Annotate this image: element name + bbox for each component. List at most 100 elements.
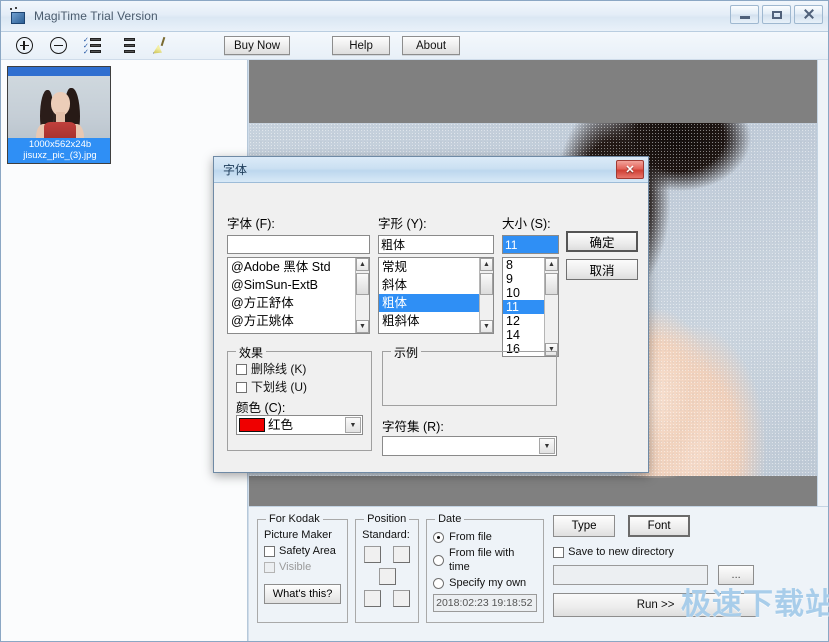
font-dialog: 字体 ✕ 字体 (F): @Adobe 黑体 Std @SimSun-ExtB … — [213, 156, 649, 473]
scroll-up-icon[interactable]: ▲ — [356, 258, 369, 271]
charset-value — [383, 437, 556, 441]
font-size-input[interactable]: 11 — [502, 235, 559, 254]
date-specify-my-own-row[interactable]: Specify my own — [433, 576, 537, 590]
visible-label: Visible — [279, 561, 312, 573]
list-item-selected[interactable]: 粗体 — [379, 294, 493, 312]
strikeout-checkbox[interactable] — [236, 363, 247, 375]
list-item[interactable]: 粗斜体 — [379, 312, 493, 330]
scroll-up-icon[interactable]: ▲ — [545, 258, 558, 271]
scroll-up-icon[interactable]: ▲ — [480, 258, 493, 271]
position-cell-top-right[interactable] — [393, 546, 411, 563]
caption-buttons — [730, 5, 823, 24]
font-name-list[interactable]: @Adobe 黑体 Std @SimSun-ExtB @方正舒体 @方正姚体 ▲… — [227, 257, 370, 334]
about-button[interactable]: About — [402, 36, 461, 55]
font-name-column: 字体 (F): @Adobe 黑体 Std @SimSun-ExtB @方正舒体… — [227, 213, 370, 334]
font-name-list-items: @Adobe 黑体 Std @SimSun-ExtB @方正舒体 @方正姚体 — [228, 258, 369, 330]
safety-area-label: Safety Area — [279, 545, 336, 557]
maximize-icon — [771, 10, 782, 19]
window-title: MagiTime Trial Version — [34, 9, 158, 23]
underline-row[interactable]: 下划线 (U) — [236, 380, 371, 394]
position-standard-label: Standard: — [362, 529, 410, 541]
file-thumbnail-item[interactable]: 1000x562x24b jisuxz_pic_(3).jpg — [7, 66, 111, 164]
window-titlebar: MagiTime Trial Version — [1, 1, 828, 32]
strikeout-row[interactable]: 删除线 (K) — [236, 362, 371, 376]
position-cell-bottom-left[interactable] — [364, 590, 382, 607]
close-button[interactable] — [794, 5, 823, 24]
chevron-down-icon[interactable]: ▼ — [539, 438, 555, 454]
kodak-group: For Kodak Picture Maker Safety Area Visi… — [257, 513, 349, 623]
position-cell-top-left[interactable] — [364, 546, 382, 563]
font-size-list-scrollbar[interactable]: ▲ ▼ — [544, 258, 558, 356]
type-font-buttons: Type Font — [553, 515, 820, 537]
position-grid[interactable] — [364, 546, 412, 610]
add-button[interactable] — [11, 35, 37, 57]
scroll-thumb[interactable] — [480, 273, 493, 295]
close-icon — [803, 9, 815, 20]
list-item[interactable]: @方正舒体 — [228, 294, 369, 312]
underline-checkbox[interactable] — [236, 381, 247, 393]
broom-icon — [151, 36, 169, 55]
charset-label: 字符集 (R): — [382, 420, 444, 434]
position-cell-center[interactable] — [379, 568, 397, 585]
font-style-input[interactable]: 粗体 — [378, 235, 494, 254]
font-style-list-scrollbar[interactable]: ▲ ▼ — [479, 258, 493, 333]
scroll-thumb[interactable] — [356, 273, 369, 295]
ok-button[interactable]: 确定 — [566, 231, 638, 252]
date-from-file-with-time-row[interactable]: From file with time — [433, 546, 537, 574]
cancel-button[interactable]: 取消 — [566, 259, 638, 280]
scroll-down-icon[interactable]: ▼ — [356, 320, 369, 333]
scroll-down-icon[interactable]: ▼ — [480, 320, 493, 333]
date-specify-my-own-radio[interactable] — [433, 577, 445, 589]
date-from-file-radio[interactable] — [433, 531, 445, 543]
remove-button[interactable] — [45, 35, 71, 57]
safety-area-row[interactable]: Safety Area — [264, 544, 341, 558]
font-name-list-scrollbar[interactable]: ▲ ▼ — [355, 258, 369, 333]
maximize-button[interactable] — [762, 5, 791, 24]
scroll-thumb[interactable] — [545, 273, 558, 295]
font-name-label: 字体 (F): — [227, 217, 275, 231]
list-item[interactable]: 常规 — [379, 258, 493, 276]
color-value: 红色 — [268, 418, 294, 432]
date-from-file-with-time-radio[interactable] — [433, 554, 444, 566]
save-to-new-directory-row[interactable]: Save to new directory — [553, 545, 820, 559]
clear-list-button[interactable] — [147, 35, 173, 57]
font-dialog-close-button[interactable]: ✕ — [616, 160, 644, 179]
file-list-pane[interactable]: 1000x562x24b jisuxz_pic_(3).jpg — [1, 60, 248, 641]
position-legend: Position — [367, 513, 407, 525]
run-button[interactable]: Run >> — [553, 593, 759, 617]
help-button[interactable]: Help — [332, 36, 391, 55]
font-name-input[interactable] — [227, 235, 370, 254]
select-all-icon: ✓ ✓ ✓ — [83, 37, 101, 56]
remove-icon — [49, 37, 67, 54]
list-item[interactable]: @Adobe 黑体 Std — [228, 258, 369, 276]
safety-area-checkbox[interactable] — [264, 545, 275, 557]
minimize-icon — [739, 16, 750, 19]
whats-this-button[interactable]: What's this? — [264, 584, 342, 604]
select-all-button[interactable]: ✓ ✓ ✓ — [79, 35, 105, 57]
chevron-down-icon[interactable]: ▼ — [345, 417, 361, 433]
minimize-button[interactable] — [730, 5, 759, 24]
list-item[interactable]: @SimSun-ExtB — [228, 276, 369, 294]
type-button[interactable]: Type — [553, 515, 616, 537]
date-value-input[interactable]: 2018:02:23 19:18:52 — [433, 594, 538, 612]
save-to-new-directory-label: Save to new directory — [568, 546, 674, 558]
buy-now-button[interactable]: Buy Now — [224, 36, 291, 55]
list-button[interactable] — [113, 35, 139, 57]
list-item[interactable]: 斜体 — [379, 276, 493, 294]
list-item[interactable]: @方正姚体 — [228, 312, 369, 330]
font-size-list[interactable]: 8 9 10 11 12 14 16 ▲ ▼ — [502, 257, 559, 357]
color-swatch — [239, 418, 265, 432]
output-path-input[interactable] — [553, 565, 709, 585]
date-group: Date From file From file with time Speci… — [426, 513, 545, 623]
font-style-list[interactable]: 常规 斜体 粗体 粗斜体 ▲ ▼ — [378, 257, 494, 334]
browse-button[interactable]: ... — [718, 565, 755, 585]
date-from-file-row[interactable]: From file — [433, 530, 537, 544]
font-style-label: 字形 (Y): — [378, 217, 427, 231]
font-size-column: 大小 (S): 11 8 9 10 11 12 14 16 ▲ ▼ — [502, 213, 559, 357]
position-cell-bottom-right[interactable] — [393, 590, 411, 607]
charset-combobox[interactable]: ▼ — [382, 436, 557, 456]
font-button[interactable]: Font — [628, 515, 691, 537]
color-combobox[interactable]: 红色 ▼ — [236, 415, 363, 435]
underline-label: 下划线 (U) — [251, 380, 307, 394]
save-to-new-directory-checkbox[interactable] — [553, 546, 565, 558]
